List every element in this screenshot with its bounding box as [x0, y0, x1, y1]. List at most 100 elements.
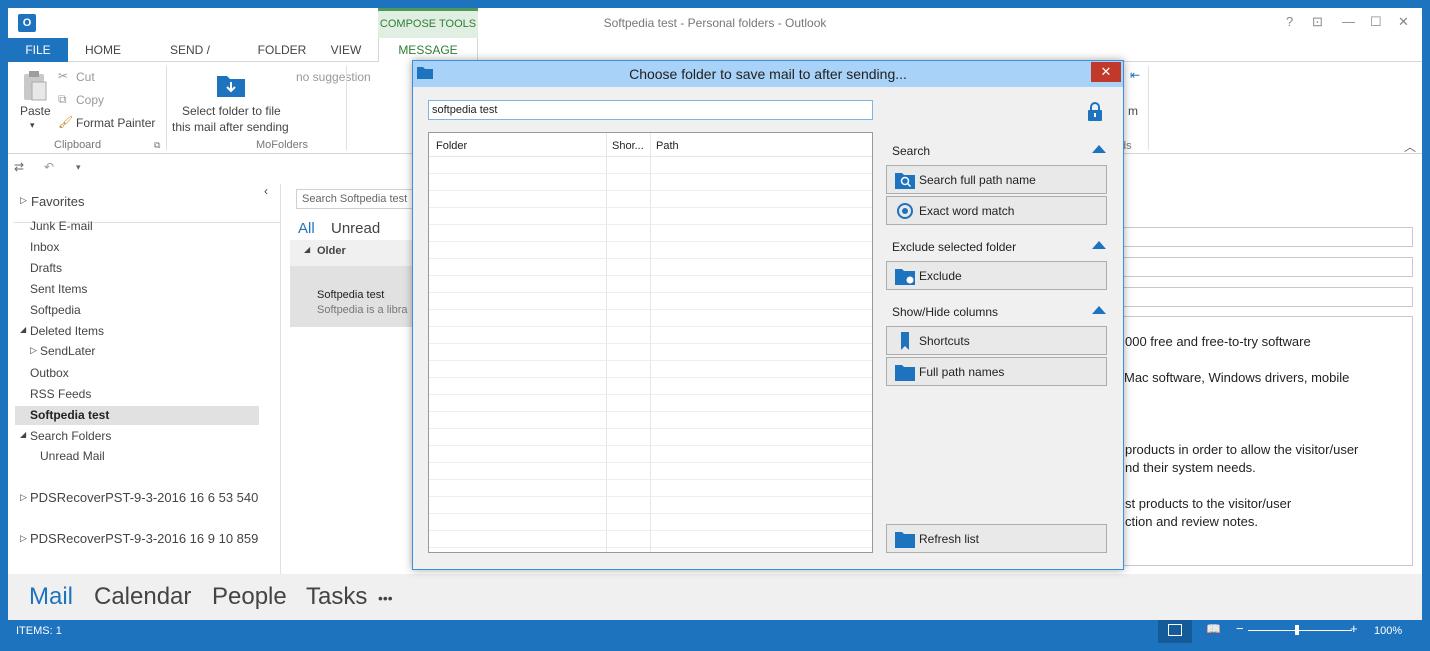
- lock-icon[interactable]: [1087, 101, 1103, 121]
- folder-drafts[interactable]: Drafts: [30, 261, 62, 275]
- folder-search-folders[interactable]: Search Folders: [30, 429, 111, 443]
- grid-row[interactable]: [429, 276, 872, 293]
- copy-button[interactable]: Copy: [76, 93, 104, 107]
- nav-tasks[interactable]: Tasks: [306, 583, 367, 611]
- dialog-close-button[interactable]: ✕: [1091, 62, 1121, 82]
- filter-unread[interactable]: Unread: [331, 220, 380, 237]
- zoom-out-icon[interactable]: −: [1236, 621, 1244, 636]
- grid-row[interactable]: [429, 480, 872, 497]
- pst2-expand-icon[interactable]: ▷: [20, 533, 27, 544]
- folder-softpedia-test[interactable]: Softpedia test: [15, 406, 259, 425]
- col-path[interactable]: Path: [656, 140, 679, 152]
- folder-inbox[interactable]: Inbox: [30, 240, 59, 254]
- pst1-expand-icon[interactable]: ▷: [20, 492, 27, 503]
- folder-outbox[interactable]: Outbox: [30, 366, 69, 380]
- favorites-expand-icon[interactable]: ▷: [20, 195, 27, 206]
- grid-row[interactable]: [429, 361, 872, 378]
- select-folder-label-2[interactable]: this mail after sending: [172, 120, 289, 134]
- undo-icon[interactable]: ↶: [44, 160, 54, 174]
- folder-rss[interactable]: RSS Feeds: [30, 387, 91, 401]
- customize-qat-icon[interactable]: ▾: [76, 162, 81, 173]
- zoom-slider[interactable]: [1248, 630, 1352, 631]
- exclude-section-collapse-icon[interactable]: [1092, 241, 1106, 249]
- help-icon[interactable]: ?: [1286, 14, 1293, 29]
- search-section-collapse-icon[interactable]: [1092, 145, 1106, 153]
- exclude-button[interactable]: Exclude: [886, 261, 1107, 290]
- grid-row[interactable]: [429, 242, 872, 259]
- grid-row[interactable]: [429, 310, 872, 327]
- search-folders-expanded-icon[interactable]: ◢: [20, 430, 26, 439]
- grid-row[interactable]: [429, 514, 872, 531]
- maximize-icon[interactable]: ☐: [1370, 14, 1382, 30]
- clipboard-launcher-icon[interactable]: ⧉: [154, 140, 160, 151]
- grid-row[interactable]: [429, 429, 872, 446]
- zoom-in-icon[interactable]: +: [1350, 621, 1358, 636]
- format-painter-button[interactable]: Format Painter: [76, 116, 155, 130]
- folder-sent[interactable]: Sent Items: [30, 282, 87, 296]
- folder-deleted[interactable]: Deleted Items: [30, 324, 104, 338]
- zoom-level[interactable]: 100%: [1374, 625, 1402, 637]
- reading-field-3[interactable]: [1122, 287, 1413, 307]
- nav-people[interactable]: People: [212, 583, 287, 611]
- zoom-slider-thumb[interactable]: [1295, 625, 1299, 635]
- full-path-names-button[interactable]: Full path names: [886, 357, 1107, 386]
- folder-sendlater[interactable]: SendLater: [40, 344, 95, 358]
- grid-row[interactable]: [429, 225, 872, 242]
- grid-row[interactable]: [429, 344, 872, 361]
- folder-softpedia[interactable]: Softpedia: [30, 303, 81, 317]
- grid-row[interactable]: [429, 157, 872, 174]
- dialog-search-input[interactable]: [428, 100, 873, 120]
- paste-dropdown-icon[interactable]: ▾: [30, 120, 35, 131]
- shortcuts-button[interactable]: Shortcuts: [886, 326, 1107, 355]
- grid-row[interactable]: [429, 208, 872, 225]
- no-suggestion-item[interactable]: no suggestion: [296, 70, 371, 84]
- refresh-list-button[interactable]: Refresh list: [886, 524, 1107, 553]
- filter-all[interactable]: All: [298, 220, 315, 237]
- grid-row[interactable]: [429, 327, 872, 344]
- tab-home[interactable]: HOME: [78, 38, 128, 62]
- grid-row[interactable]: [429, 446, 872, 463]
- minimize-icon[interactable]: —: [1342, 14, 1355, 29]
- grid-row[interactable]: [429, 463, 872, 480]
- nav-calendar[interactable]: Calendar: [94, 583, 191, 611]
- nav-more[interactable]: •••: [378, 590, 393, 606]
- sendlater-expand-icon[interactable]: ▷: [30, 345, 37, 356]
- favorites-header[interactable]: Favorites: [31, 194, 84, 209]
- send-receive-all-icon[interactable]: ⇄: [14, 160, 24, 174]
- reading-field-1[interactable]: [1122, 227, 1413, 247]
- cut-button[interactable]: Cut: [76, 70, 95, 84]
- mail-search-input[interactable]: Search Softpedia test: [296, 189, 414, 209]
- grid-row[interactable]: [429, 174, 872, 191]
- deleted-expanded-icon[interactable]: ◢: [20, 325, 26, 334]
- select-folder-label-1[interactable]: Select folder to file: [182, 104, 281, 118]
- folder-junk[interactable]: Junk E-mail: [30, 219, 93, 233]
- group-collapse-icon[interactable]: ◢: [304, 245, 310, 254]
- reading-view-icon[interactable]: 📖: [1206, 622, 1221, 636]
- grid-row[interactable]: [429, 378, 872, 395]
- grid-row[interactable]: [429, 259, 872, 276]
- grid-row[interactable]: [429, 191, 872, 208]
- close-window-icon[interactable]: ✕: [1398, 14, 1409, 30]
- search-full-path-button[interactable]: Search full path name: [886, 165, 1107, 194]
- folder-pst-1[interactable]: PDSRecoverPST-9-3-2016 16 6 53 540: [30, 490, 258, 505]
- exact-word-match-button[interactable]: Exact word match: [886, 196, 1107, 225]
- tab-folder[interactable]: FOLDER: [252, 38, 312, 62]
- nav-mail[interactable]: Mail: [29, 583, 73, 611]
- ribbon-display-icon[interactable]: ⊡: [1312, 14, 1323, 30]
- minimize-folder-pane-icon[interactable]: ‹: [264, 184, 268, 198]
- collapse-ribbon-icon[interactable]: ︿: [1404, 138, 1416, 155]
- grid-row[interactable]: [429, 293, 872, 310]
- paste-button[interactable]: Paste: [20, 104, 51, 118]
- tab-file[interactable]: FILE: [8, 38, 68, 62]
- grid-row[interactable]: [429, 395, 872, 412]
- tab-view[interactable]: VIEW: [322, 38, 370, 62]
- folder-unread-mail[interactable]: Unread Mail: [40, 449, 105, 463]
- grid-row[interactable]: [429, 497, 872, 514]
- folder-pst-2[interactable]: PDSRecoverPST-9-3-2016 16 9 10 859: [30, 531, 258, 546]
- reading-field-2[interactable]: [1122, 257, 1413, 277]
- col-shortcut[interactable]: Shor...: [612, 140, 644, 152]
- grid-row[interactable]: [429, 531, 872, 548]
- columns-section-collapse-icon[interactable]: [1092, 306, 1106, 314]
- grid-row[interactable]: [429, 412, 872, 429]
- tab-send-receive[interactable]: SEND / RECEIVE: [142, 38, 238, 81]
